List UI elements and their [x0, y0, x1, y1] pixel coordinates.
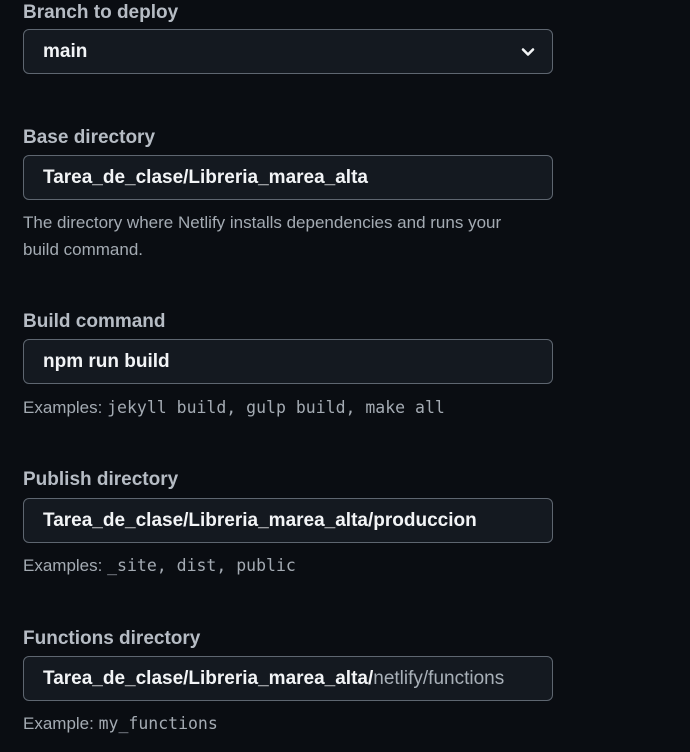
branch-selected-value: main: [43, 40, 88, 62]
base-directory-value: Tarea_de_clase/Libreria_marea_alta: [43, 166, 368, 188]
build-command-field: Build command npm run build Examples: je…: [23, 310, 553, 421]
functions-directory-help: Example: my_functions: [23, 710, 553, 737]
build-command-label: Build command: [23, 311, 166, 332]
build-command-value: npm run build: [43, 350, 170, 372]
build-command-input[interactable]: npm run build: [23, 339, 553, 384]
build-command-examples-prefix: Examples:: [23, 398, 108, 417]
branch-select[interactable]: main: [23, 29, 553, 74]
publish-directory-field: Publish directory Tarea_de_clase/Libreri…: [23, 468, 553, 579]
functions-directory-value: Tarea_de_clase/Libreria_marea_alta/: [43, 667, 374, 689]
functions-directory-field: Functions directory Tarea_de_clase/Libre…: [23, 627, 553, 737]
base-directory-help-line1: The directory where Netlify installs dep…: [23, 213, 502, 232]
base-directory-input[interactable]: Tarea_de_clase/Libreria_marea_alta: [23, 155, 553, 200]
functions-directory-input[interactable]: Tarea_de_clase/Libreria_marea_alta/netli…: [23, 656, 553, 701]
branch-field: Branch to deploy main: [23, 1, 553, 74]
publish-directory-value: Tarea_de_clase/Libreria_marea_alta/produ…: [43, 509, 477, 531]
base-directory-label: Base directory: [23, 127, 156, 148]
base-directory-field: Base directory Tarea_de_clase/Libreria_m…: [23, 126, 553, 263]
publish-directory-input[interactable]: Tarea_de_clase/Libreria_marea_alta/produ…: [23, 498, 553, 543]
build-command-help: Examples: jekyll build, gulp build, make…: [23, 394, 553, 421]
build-command-examples: jekyll build, gulp build, make all: [107, 398, 445, 417]
publish-directory-label: Publish directory: [23, 469, 179, 490]
base-directory-help-line2: build command.: [23, 240, 144, 259]
functions-directory-label: Functions directory: [23, 628, 201, 649]
functions-directory-placeholder-tail: netlify/functions: [373, 667, 505, 689]
functions-directory-example: my_functions: [98, 714, 218, 733]
branch-label: Branch to deploy: [23, 2, 179, 23]
functions-directory-example-prefix: Example:: [23, 714, 99, 733]
publish-directory-examples: _site, dist, public: [107, 556, 296, 575]
publish-directory-help: Examples: _site, dist, public: [23, 552, 553, 579]
base-directory-help: The directory where Netlify installs dep…: [23, 209, 553, 263]
publish-directory-examples-prefix: Examples:: [23, 556, 108, 575]
chevron-down-icon: [520, 44, 536, 60]
